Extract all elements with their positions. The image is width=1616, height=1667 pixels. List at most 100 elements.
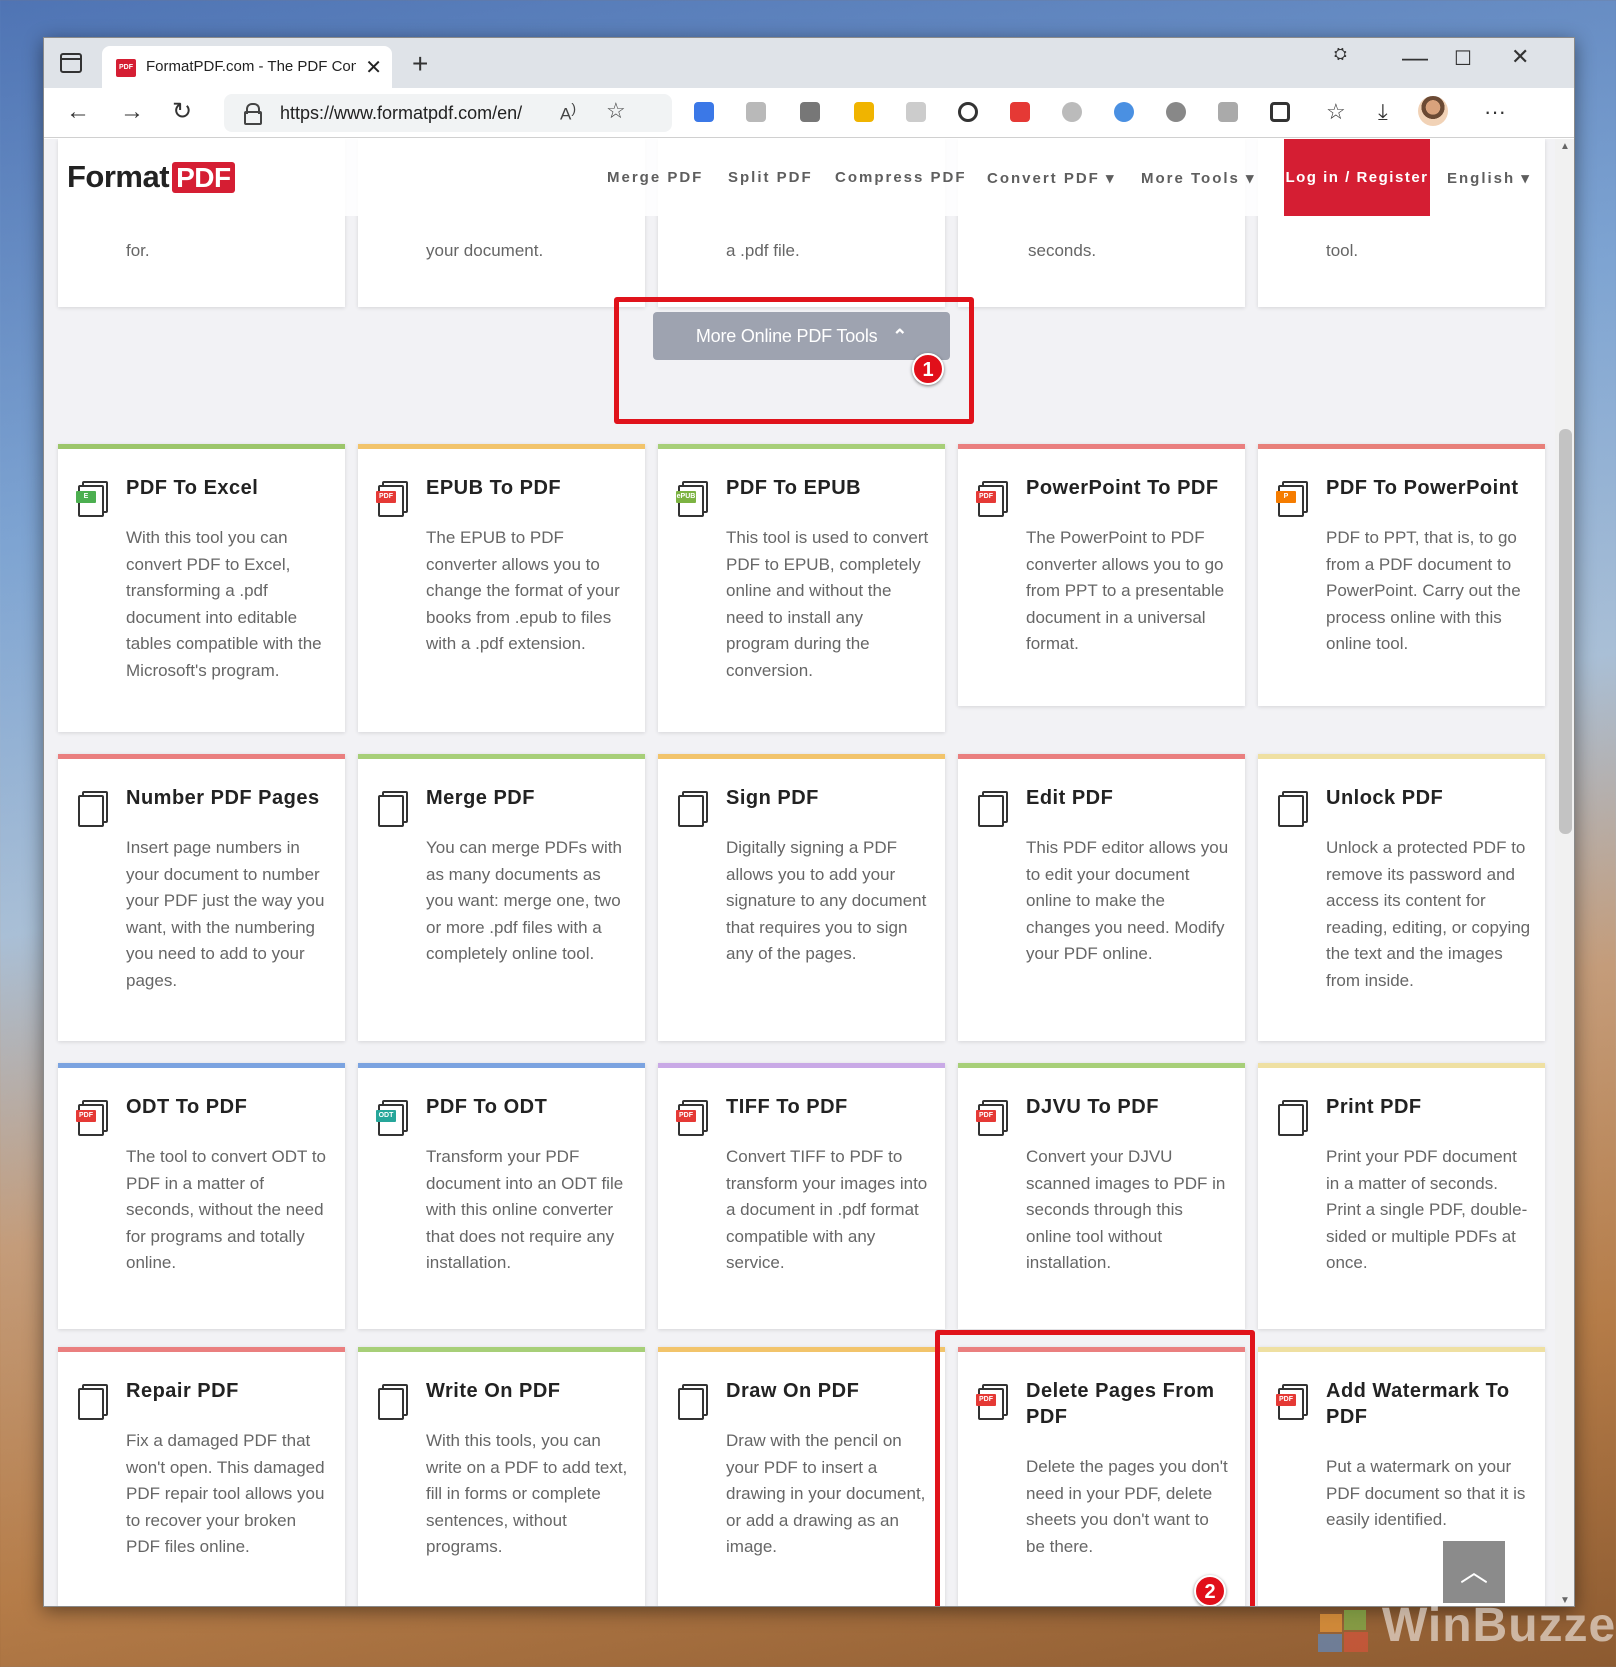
pdf-tool-icon: [1276, 1098, 1312, 1136]
tool-card[interactable]: Number PDF Pages Insert page numbers in y…: [58, 754, 345, 1041]
key-icon[interactable]: [854, 102, 874, 122]
tool-card[interactable]: Sign PDF Digitally signing a PDF allows y…: [658, 754, 945, 1041]
tool-title[interactable]: PDF To EPUB: [726, 475, 935, 501]
tool-card[interactable]: Edit PDF This PDF editor allows you to ed…: [958, 754, 1245, 1041]
signature-icon[interactable]: [1218, 102, 1238, 122]
tool-title[interactable]: Write On PDF: [426, 1378, 635, 1404]
language-selector[interactable]: English ▾: [1447, 169, 1531, 187]
window-menu-icon[interactable]: ⛭: [1334, 46, 1347, 64]
tool-card[interactable]: ePUB PDF To EPUB This tool is used to conv…: [658, 444, 945, 732]
menu-convert-pdf[interactable]: Convert PDF ▾: [987, 169, 1116, 187]
globe-icon[interactable]: [1166, 102, 1186, 122]
pdf-tool-icon: [976, 789, 1012, 827]
k-icon[interactable]: [1062, 102, 1082, 122]
tool-card[interactable]: PDF EPUB To PDF The EPUB to PDF converter …: [358, 444, 645, 732]
pdf-tool-icon: [376, 1382, 412, 1420]
tool-title[interactable]: PDF To ODT: [426, 1094, 635, 1120]
tool-card[interactable]: PDF TIFF To PDF Convert TIFF to PDF to tra…: [658, 1063, 945, 1329]
file-type-tag: ePUB: [676, 491, 696, 503]
tab-strip: PDF FormatPDF.com - The PDF Conve ✕ + ⛭ …: [44, 38, 1574, 88]
profile-avatar[interactable]: [1418, 96, 1448, 126]
file-type-tag: ODT: [376, 1110, 396, 1122]
shield-icon[interactable]: [1114, 102, 1134, 122]
read-aloud-icon[interactable]: A): [560, 101, 576, 125]
maximize-icon[interactable]: ☐: [1454, 46, 1472, 71]
tool-card[interactable]: PDF PowerPoint To PDF The PowerPoint to PD…: [958, 444, 1245, 706]
tool-title[interactable]: PowerPoint To PDF: [1026, 475, 1235, 501]
browser-window: PDF FormatPDF.com - The PDF Conve ✕ + ⛭ …: [43, 37, 1575, 1607]
tool-title[interactable]: Number PDF Pages: [126, 785, 335, 811]
pen-icon[interactable]: [800, 102, 820, 122]
pdf-tool-icon: ePUB: [676, 479, 712, 517]
window-icon[interactable]: [906, 102, 926, 122]
tool-title[interactable]: Sign PDF: [726, 785, 935, 811]
tool-card[interactable]: Repair PDF Fix a damaged PDF that won't o…: [58, 1347, 345, 1606]
tool-card[interactable]: Write On PDF With this tools, you can wri…: [358, 1347, 645, 1606]
tool-card[interactable]: Merge PDF You can merge PDFs with as many…: [358, 754, 645, 1041]
more-menu-icon[interactable]: ···: [1484, 98, 1506, 126]
menu-more-tools[interactable]: More Tools ▾: [1141, 169, 1256, 187]
tab-actions-icon[interactable]: [60, 53, 82, 73]
url-text[interactable]: https://www.formatpdf.com/en/: [280, 103, 522, 124]
tool-title[interactable]: PDF To Excel: [126, 475, 335, 501]
tool-card[interactable]: Unlock PDF Unlock a protected PDF to remo…: [1258, 754, 1545, 1041]
scroll-to-top-button[interactable]: ︿: [1443, 1541, 1505, 1603]
tool-title[interactable]: EPUB To PDF: [426, 475, 635, 501]
scrollbar-thumb[interactable]: [1559, 429, 1572, 834]
file-type-tag: P: [1276, 491, 1296, 503]
tool-description: This PDF editor allows you to edit your …: [1026, 838, 1229, 963]
tool-title[interactable]: Merge PDF: [426, 785, 635, 811]
menu-split-pdf[interactable]: Split PDF: [728, 169, 813, 186]
downloads-icon[interactable]: ⤓: [1378, 98, 1388, 126]
tool-card[interactable]: Draw On PDF Draw with the pencil on your …: [658, 1347, 945, 1606]
login-register-button[interactable]: Log in / Register: [1284, 139, 1430, 216]
close-tab-icon[interactable]: ✕: [365, 55, 382, 80]
pdf-tool-icon: E: [76, 479, 112, 517]
add-favorite-icon[interactable]: ☆: [606, 98, 626, 124]
minimize-icon[interactable]: —: [1402, 42, 1428, 73]
tool-title[interactable]: Unlock PDF: [1326, 785, 1535, 811]
close-window-icon[interactable]: ✕: [1511, 44, 1529, 70]
lock-icon[interactable]: [244, 103, 262, 125]
tool-title[interactable]: Draw On PDF: [726, 1378, 935, 1404]
pdf-tool-icon: [376, 789, 412, 827]
annotation-badge-1: 1: [912, 353, 944, 385]
back-icon[interactable]: ←: [66, 98, 90, 126]
tool-description: The tool to convert ODT to PDF in a matt…: [126, 1147, 326, 1272]
tool-title[interactable]: ODT To PDF: [126, 1094, 335, 1120]
extensions-icon[interactable]: [1270, 102, 1290, 122]
tool-title[interactable]: Repair PDF: [126, 1378, 335, 1404]
tool-title[interactable]: TIFF To PDF: [726, 1094, 935, 1120]
tool-description: You can merge PDFs with as many document…: [426, 838, 622, 963]
menu-merge-pdf[interactable]: Merge PDF: [607, 169, 703, 186]
site-logo[interactable]: Format PDF: [67, 159, 235, 195]
tool-card[interactable]: PDF DJVU To PDF Convert your DJVU scanned …: [958, 1063, 1245, 1329]
calendar-badge-icon[interactable]: [1010, 102, 1030, 122]
tool-card[interactable]: P PDF To PowerPoint PDF to PPT, that is, t…: [1258, 444, 1545, 706]
tool-card[interactable]: E PDF To Excel With this tool you can conv…: [58, 444, 345, 732]
pdf-tool-icon: PDF: [976, 1098, 1012, 1136]
tool-card[interactable]: ODT PDF To ODT Transform your PDF document…: [358, 1063, 645, 1329]
tool-card[interactable]: Print PDF Print your PDF document in a ma…: [1258, 1063, 1545, 1329]
refresh-icon[interactable]: ↻: [172, 98, 192, 126]
tool-title[interactable]: Edit PDF: [1026, 785, 1235, 811]
page-scrollbar[interactable]: ▲ ▼: [1555, 139, 1574, 1606]
active-tab[interactable]: PDF FormatPDF.com - The PDF Conve ✕: [102, 46, 392, 88]
translate-icon[interactable]: [694, 102, 714, 122]
pdf-tool-icon: PDF: [676, 1098, 712, 1136]
tool-title[interactable]: DJVU To PDF: [1026, 1094, 1235, 1120]
menu-compress-pdf[interactable]: Compress PDF: [835, 169, 967, 186]
address-bar[interactable]: https://www.formatpdf.com/en/ A) ☆: [224, 94, 672, 132]
scroll-up-icon[interactable]: ▲: [1560, 141, 1570, 152]
link-icon[interactable]: [958, 102, 978, 122]
new-tab-icon[interactable]: +: [412, 48, 428, 80]
tool-title[interactable]: Print PDF: [1326, 1094, 1535, 1120]
pdf-tool-icon: [76, 789, 112, 827]
forward-icon[interactable]: →: [120, 98, 144, 126]
tool-title[interactable]: Add Watermark To PDF: [1326, 1378, 1535, 1430]
tool-title[interactable]: PDF To PowerPoint: [1326, 475, 1535, 501]
favorites-icon[interactable]: ☆: [1326, 98, 1346, 126]
site-header: Format PDF Merge PDF Split PDF Compress P…: [58, 139, 1540, 216]
tool-card[interactable]: PDF ODT To PDF The tool to convert ODT to …: [58, 1063, 345, 1329]
grammar-icon[interactable]: [746, 102, 766, 122]
